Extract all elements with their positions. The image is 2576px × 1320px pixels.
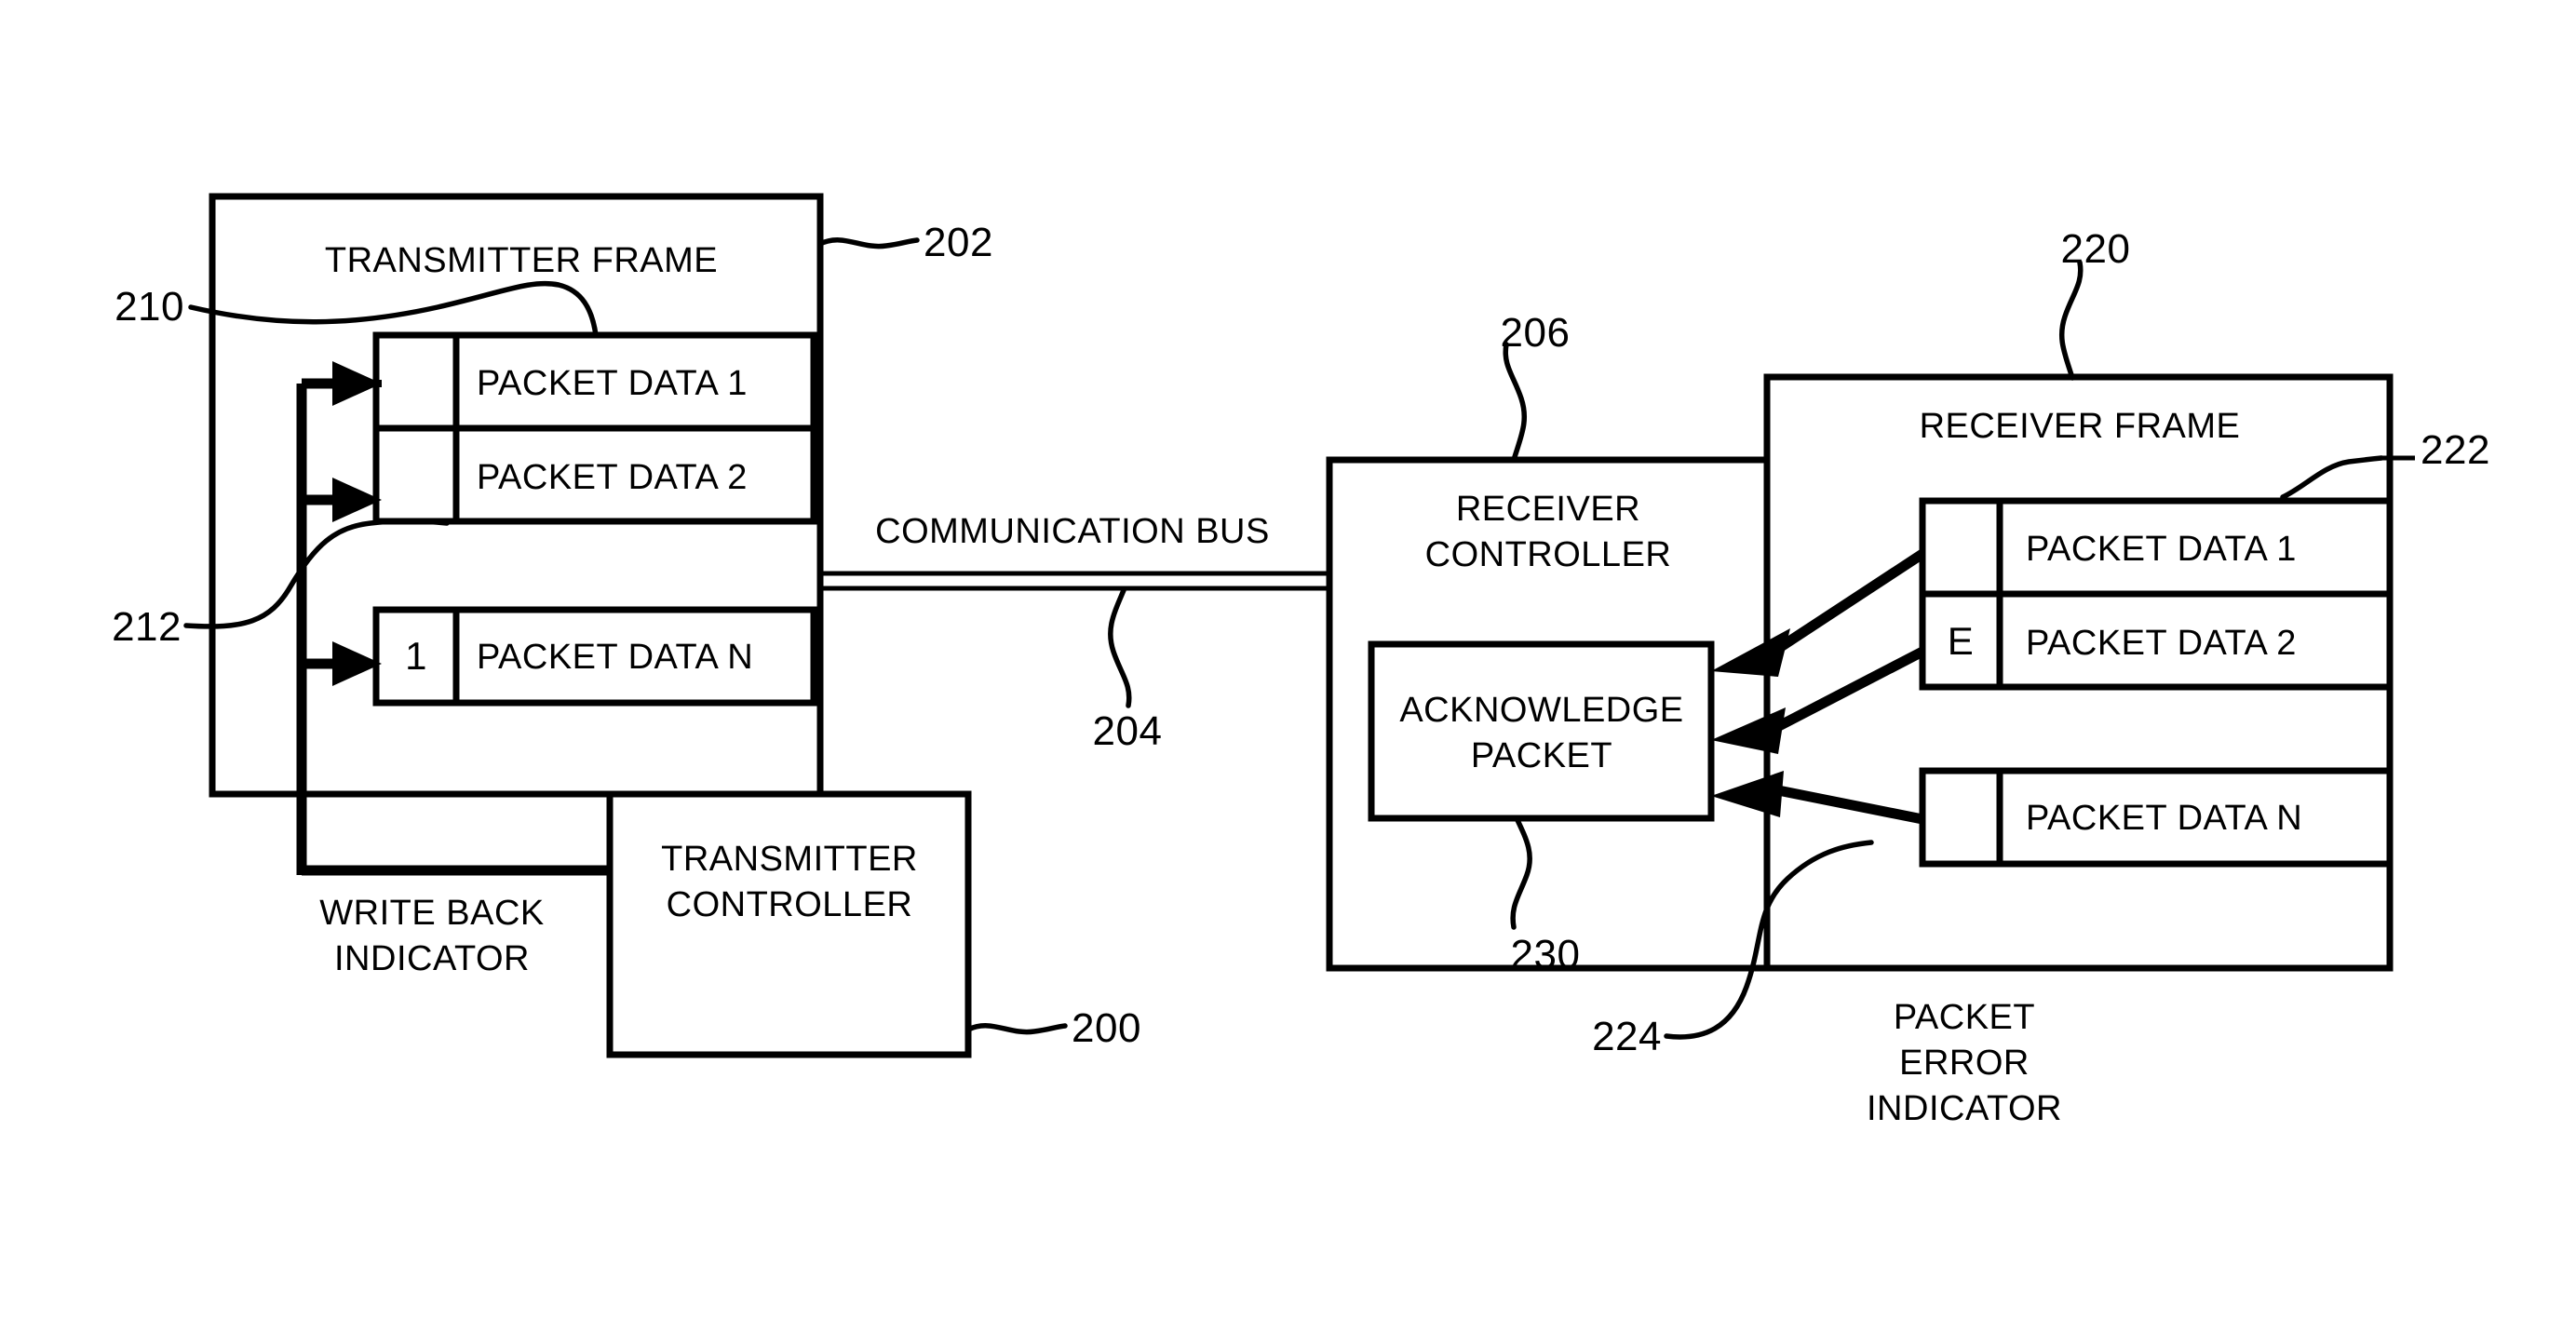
write-back-label-line2: INDICATOR bbox=[334, 939, 530, 978]
acknowledge-packet-label-line1: ACKNOWLEDGE bbox=[1399, 691, 1683, 730]
leader-line-204 bbox=[1108, 587, 1132, 708]
ref-number-200: 200 bbox=[1072, 1005, 1141, 1051]
ack-arrowhead-3 bbox=[1711, 771, 1784, 817]
ref-number-202: 202 bbox=[924, 220, 993, 265]
leader-line-206 bbox=[1503, 342, 1528, 463]
ack-arrowhead-2 bbox=[1711, 707, 1786, 754]
ref-number-204: 204 bbox=[1093, 708, 1163, 754]
tx-row-label-2: PACKET DATA 2 bbox=[477, 458, 748, 497]
leader-line-220 bbox=[2058, 260, 2084, 381]
ack-arrow-line-1 bbox=[1770, 549, 1926, 656]
ref-number-224: 224 bbox=[1592, 1014, 1662, 1059]
transmitter-controller-box bbox=[606, 790, 972, 1058]
acknowledge-packet-label-line2: PACKET bbox=[1471, 736, 1612, 775]
rx-row-label-n: PACKET DATA N bbox=[2026, 799, 2302, 838]
diagram-canvas: TRANSMITTER FRAME 202 210 212 PACKET DAT… bbox=[112, 193, 2490, 1128]
tx-row-label-n: PACKET DATA N bbox=[477, 638, 753, 677]
ref-number-212: 212 bbox=[112, 604, 182, 650]
rx-row-flag-2: E bbox=[1948, 619, 1975, 663]
communication-bus-label: COMMUNICATION BUS bbox=[875, 512, 1270, 551]
receiver-controller-label-line1: RECEIVER bbox=[1456, 490, 1640, 529]
ack-arrow-line-3 bbox=[1772, 784, 1924, 825]
transmitter-controller-label-line2: CONTROLLER bbox=[667, 885, 913, 924]
rx-row-label-2: PACKET DATA 2 bbox=[2026, 624, 2297, 663]
ack-arrow-line-2 bbox=[1771, 647, 1925, 734]
tx-row-label-1: PACKET DATA 1 bbox=[477, 364, 748, 403]
tx-row-flag-n: 1 bbox=[405, 634, 427, 678]
patent-figure: TRANSMITTER FRAME 202 210 212 PACKET DAT… bbox=[0, 0, 2576, 1320]
receiver-frame-box bbox=[1763, 373, 2394, 972]
ref-number-230: 230 bbox=[1511, 932, 1581, 977]
ack-arrowhead-1 bbox=[1711, 628, 1790, 677]
acknowledge-packet-box bbox=[1368, 640, 1715, 822]
leader-line-222 bbox=[2280, 455, 2384, 500]
ref-number-206: 206 bbox=[1501, 310, 1571, 356]
packet-error-label-line1: PACKET bbox=[1894, 998, 2035, 1037]
ref-number-220: 220 bbox=[2061, 226, 2131, 272]
packet-error-label-line2: ERROR bbox=[1899, 1044, 2030, 1083]
ref-number-210: 210 bbox=[115, 284, 184, 330]
receiver-controller-label-line2: CONTROLLER bbox=[1425, 535, 1672, 574]
ref-number-222: 222 bbox=[2421, 427, 2490, 473]
leader-line-230 bbox=[1510, 815, 1532, 930]
transmitter-frame-label: TRANSMITTER FRAME bbox=[325, 241, 718, 280]
leader-line-200 bbox=[965, 1023, 1068, 1035]
leader-line-210 bbox=[188, 280, 599, 338]
write-back-label-line1: WRITE BACK bbox=[319, 894, 544, 933]
receiver-frame-label: RECEIVER FRAME bbox=[1920, 407, 2241, 446]
packet-error-label-line3: INDICATOR bbox=[1867, 1089, 2062, 1128]
leader-line-202 bbox=[817, 237, 920, 249]
transmitter-controller-label-line1: TRANSMITTER bbox=[661, 840, 918, 879]
rx-row-label-1: PACKET DATA 1 bbox=[2026, 530, 2297, 569]
